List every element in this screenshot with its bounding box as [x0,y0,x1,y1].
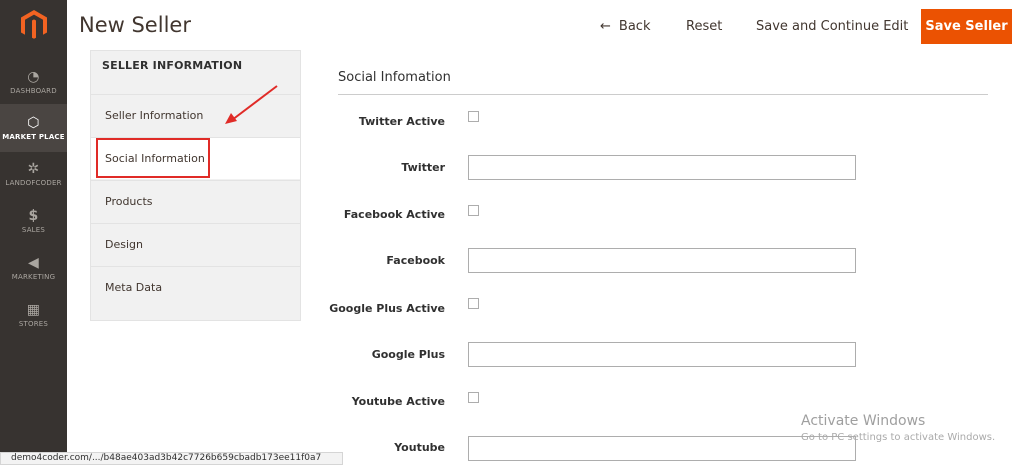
nav-item-dashboard[interactable]: ◔ DASHBOARD [0,58,67,106]
arrow-left-icon: ← [600,19,611,34]
nav-label: DASHBOARD [10,86,57,95]
magento-logo-icon [20,10,47,39]
googleplus-active-label: Google Plus Active [329,302,445,315]
tabs-heading: SELLER INFORMATION [102,59,243,72]
admin-sidebar: ◔ DASHBOARD ⬡ MARKET PLACE ✲ LANDOFCODER… [0,0,67,465]
twitter-input[interactable] [468,155,856,180]
twitter-active-checkbox[interactable] [468,111,479,122]
nav-item-market-place[interactable]: ⬡ MARKET PLACE [0,104,67,152]
section-divider [338,94,988,95]
dashboard-icon: ◔ [27,68,40,85]
back-button[interactable]: ← Back [600,19,650,34]
nav-item-stores[interactable]: ▦ STORES [0,291,67,339]
nav-label: STORES [18,319,49,328]
save-seller-button[interactable]: Save Seller [921,9,1012,44]
hexagon-icon: ⬡ [27,114,40,131]
page-title: New Seller [79,13,191,37]
googleplus-active-checkbox[interactable] [468,298,479,309]
nav-item-landofcoder[interactable]: ✲ LANDOFCODER [0,150,67,198]
nav-item-sales[interactable]: $ SALES [0,197,67,245]
activation-watermark-title: Activate Windows [801,413,926,429]
facebook-active-label: Facebook Active [343,208,445,221]
facebook-active-checkbox[interactable] [468,205,479,216]
landofcoder-icon: ✲ [27,160,40,177]
browser-status-url: demo4coder.com/.../b48ae403ad3b42c7726b6… [0,452,343,465]
nav-item-marketing[interactable]: ◀ MARKETING [0,244,67,292]
youtube-active-checkbox[interactable] [468,392,479,403]
googleplus-input[interactable] [468,342,856,367]
twitter-active-label: Twitter Active [358,115,445,128]
nav-label: SALES [21,225,46,234]
highlight-box [96,138,210,178]
googleplus-label: Google Plus [371,348,445,361]
activation-watermark-subtitle: Go to PC settings to activate Windows. [801,432,996,443]
nav-label: MARKET PLACE [2,132,65,141]
youtube-active-label: Youtube Active [351,395,445,408]
reset-button[interactable]: Reset [686,19,722,34]
back-label: Back [618,19,651,34]
dollar-icon: $ [28,207,39,224]
nav-label: MARKETING [11,272,56,281]
megaphone-icon: ◀ [28,254,39,271]
youtube-input[interactable] [468,436,856,461]
section-title: Social Infomation [338,70,451,85]
store-icon: ▦ [26,301,41,318]
twitter-label: Twitter [401,161,445,174]
nav-label: LANDOFCODER [5,178,62,187]
save-continue-button[interactable]: Save and Continue Edit [756,19,908,34]
facebook-label: Facebook [386,254,445,267]
magento-logo[interactable] [0,0,67,50]
facebook-input[interactable] [468,248,856,273]
